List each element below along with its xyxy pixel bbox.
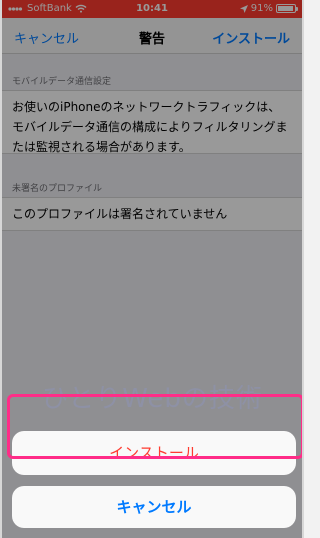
cancel-button[interactable]: キャンセル (12, 486, 296, 528)
screen: SoftBank 10:41 91% キャンセル 警告 インストール モバイルデ… (0, 0, 304, 538)
highlight-frame (7, 394, 302, 459)
